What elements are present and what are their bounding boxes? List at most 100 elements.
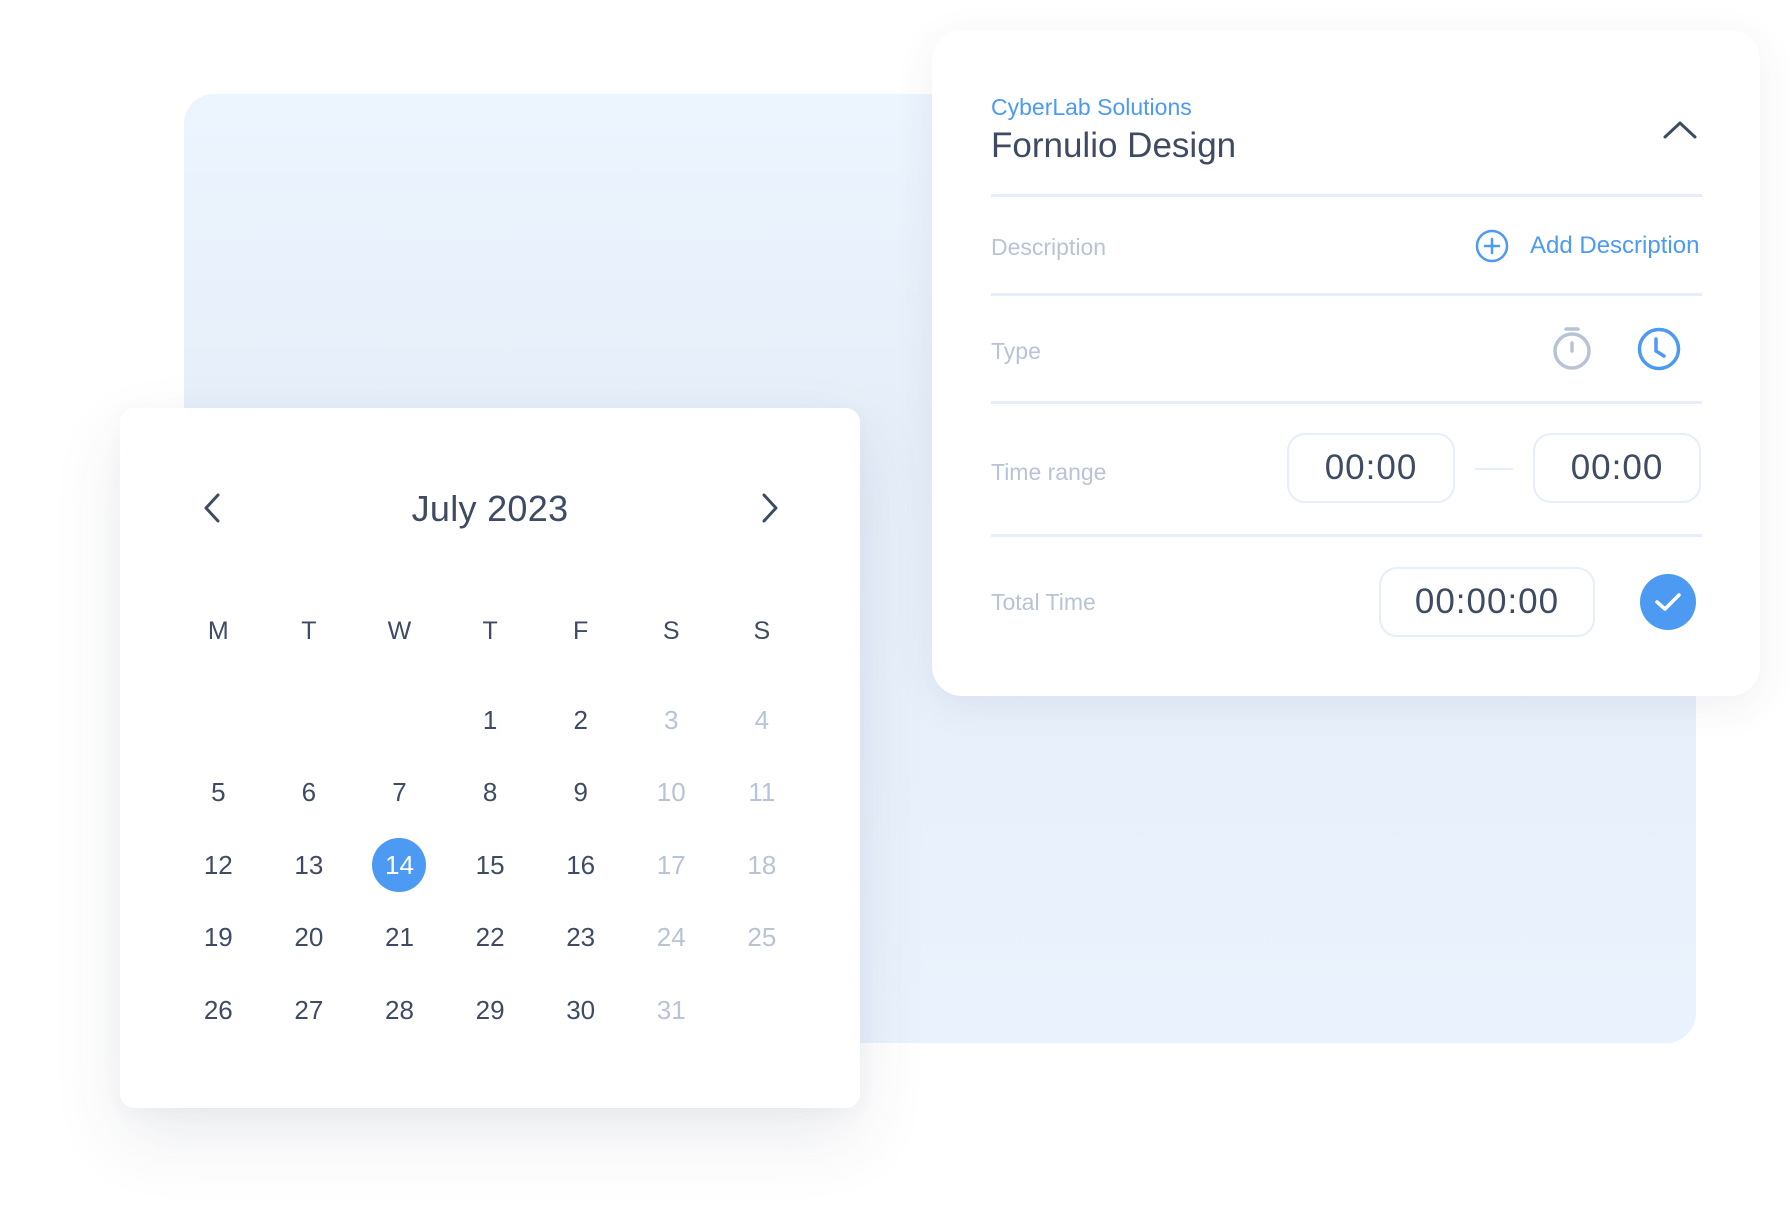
- calendar-day[interactable]: 31: [626, 974, 717, 1047]
- calendar-day-label: 11: [748, 777, 776, 808]
- calendar-day[interactable]: 26: [173, 974, 264, 1047]
- weekday-header: M T W T F S S: [173, 612, 807, 650]
- calendar-day[interactable]: 29: [445, 974, 536, 1047]
- calendar-day-label: 6: [301, 777, 317, 808]
- description-label: Description: [991, 234, 1107, 260]
- calendar-day[interactable]: 13: [264, 829, 355, 902]
- calendar-day-label: 10: [656, 777, 686, 808]
- add-description-button[interactable]: Add Description: [1475, 226, 1699, 266]
- calendar-day[interactable]: 21: [354, 902, 445, 975]
- total-time-label: Total Time: [991, 589, 1096, 615]
- calendar-day-label: 13: [294, 849, 324, 880]
- weekday-label: S: [662, 617, 680, 645]
- plus-circle-icon: [1475, 229, 1509, 263]
- month-title: July 2023: [411, 488, 569, 529]
- calendar-day-label: 31: [656, 994, 686, 1025]
- calendar-day-label: 28: [385, 994, 414, 1025]
- calendar-day[interactable]: 23: [535, 902, 626, 975]
- calendar-day-label: 17: [656, 849, 686, 880]
- calendar-day[interactable]: 20: [264, 902, 355, 975]
- next-month-button[interactable]: [752, 490, 788, 526]
- calendar-day[interactable]: 18: [717, 829, 808, 902]
- calendar-day-label: 5: [211, 777, 226, 808]
- weekday-label: M: [207, 617, 229, 645]
- calendar-day[interactable]: 3: [626, 684, 717, 757]
- calendar-day[interactable]: 7: [354, 757, 445, 830]
- calendar-day-label: 24: [656, 922, 686, 953]
- calendar-day[interactable]: 28: [354, 974, 445, 1047]
- calendar-day-label: 23: [566, 922, 596, 953]
- calendar-day-label: 3: [664, 704, 679, 735]
- calendar-day-selected[interactable]: 14: [354, 829, 445, 902]
- calendar-day[interactable]: 10: [626, 757, 717, 830]
- calendar-day[interactable]: 12: [173, 829, 264, 902]
- clock-icon: [1637, 327, 1681, 371]
- calendar-card: July 2023 M T W T F S S 1 2 3 4 5 6 7 8 9 10 11 12 1…: [120, 408, 860, 1108]
- calendar-day-label: 27: [294, 994, 324, 1025]
- chevron-right-icon: [762, 493, 778, 523]
- add-description-label: Add Description: [1530, 232, 1700, 259]
- calendar-day-label: 12: [203, 849, 233, 880]
- calendar-day[interactable]: 1: [445, 684, 536, 757]
- calendar-day[interactable]: 19: [173, 902, 264, 975]
- calendar-day-label: 15: [475, 849, 505, 880]
- end-time-input[interactable]: 00:00: [1533, 433, 1701, 503]
- calendar-day[interactable]: 30: [535, 974, 626, 1047]
- calendar-day-label: 2: [573, 704, 588, 735]
- calendar-day-label: 4: [754, 704, 770, 735]
- calendar-day-label: 16: [566, 849, 596, 880]
- calendar-day-label: 1: [482, 704, 498, 735]
- calendar-day[interactable]: 27: [264, 974, 355, 1047]
- calendar-day[interactable]: 17: [626, 829, 717, 902]
- project-title: Fornulio Design: [991, 126, 1237, 165]
- calendar-day[interactable]: 24: [626, 902, 717, 975]
- calendar-blank-cell: [354, 684, 445, 757]
- company-name: CyberLab Solutions: [991, 94, 1192, 120]
- calendar-day[interactable]: 8: [445, 757, 536, 830]
- weekday-label: S: [753, 617, 771, 645]
- calendar-day[interactable]: 11: [717, 757, 808, 830]
- calendar-day-label: 30: [566, 994, 596, 1025]
- calendar-day-label: 29: [475, 994, 505, 1025]
- clock-type-button[interactable]: [1635, 325, 1683, 373]
- calendar-day[interactable]: 6: [264, 757, 355, 830]
- confirm-button[interactable]: [1640, 574, 1696, 630]
- calendar-day-label: 25: [747, 922, 777, 953]
- time-entry-card: CyberLab Solutions Fornulio Design Descr…: [932, 30, 1760, 696]
- calendar-day[interactable]: 22: [445, 902, 536, 975]
- stopwatch-icon: [1553, 327, 1591, 370]
- calendar-day[interactable]: 9: [535, 757, 626, 830]
- calendar-day-label: 22: [475, 922, 505, 953]
- divider: [991, 401, 1702, 404]
- calendar-day-label: 20: [294, 922, 324, 953]
- calendar-blank-cell: [173, 684, 264, 757]
- calendar-day-label: 19: [203, 922, 233, 953]
- weekday-label: T: [482, 617, 498, 645]
- calendar-day[interactable]: 16: [535, 829, 626, 902]
- total-time-input[interactable]: 00:00:00: [1379, 567, 1595, 637]
- day-grid: 1 2 3 4 5 6 7 8 9 10 11 12 13 14 15 16 17 18 19 20 21 22 23 24 2…: [173, 684, 807, 1047]
- divider: [991, 534, 1702, 537]
- divider: [991, 293, 1702, 296]
- checkmark-icon: [1655, 593, 1681, 611]
- calendar-day[interactable]: 25: [717, 902, 808, 975]
- calendar-day-label: 9: [573, 777, 588, 808]
- calendar-day[interactable]: 15: [445, 829, 536, 902]
- stopwatch-type-button[interactable]: [1548, 324, 1596, 372]
- calendar-day-label: 7: [392, 777, 407, 808]
- calendar-day-label: 26: [203, 994, 233, 1025]
- calendar-day-label: 21: [385, 922, 414, 953]
- calendar-blank-cell: [264, 684, 355, 757]
- start-time-input[interactable]: 00:00: [1287, 433, 1455, 503]
- calendar-day[interactable]: 2: [535, 684, 626, 757]
- chevron-up-icon: [1663, 121, 1697, 139]
- calendar-day-label: 8: [482, 777, 498, 808]
- calendar-day-label: 18: [747, 849, 777, 880]
- collapse-button[interactable]: [1658, 108, 1702, 152]
- range-separator: [1475, 468, 1513, 470]
- calendar-day-label: 14: [372, 838, 427, 893]
- calendar-day[interactable]: 5: [173, 757, 264, 830]
- weekday-label: F: [573, 617, 589, 645]
- weekday-label: T: [301, 617, 317, 645]
- calendar-day[interactable]: 4: [717, 684, 808, 757]
